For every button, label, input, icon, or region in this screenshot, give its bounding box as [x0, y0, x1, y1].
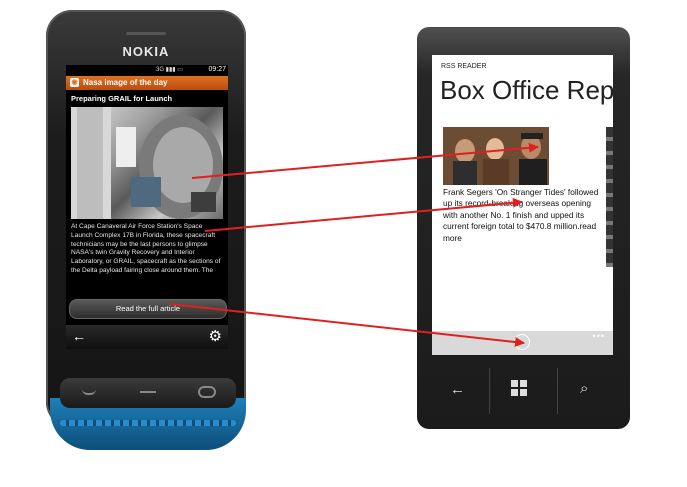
search-icon[interactable]: ⌕ [580, 380, 588, 397]
spacecraft-photo-graphic [71, 107, 223, 219]
rss-icon: ◉ [70, 78, 79, 87]
windows-phone-screen: RSS READER Box Office Rep Frank Segers '… [432, 55, 613, 355]
menu-key-icon[interactable] [140, 391, 156, 393]
article-body-text: At Cape Canaveral Air Force Station's Sp… [71, 223, 221, 274]
windows-phone-hardware-buttons: ← ⌕ [417, 368, 630, 418]
pirates-photo-graphic [443, 127, 549, 185]
status-time: 09:27 [208, 66, 226, 73]
nokia-speaker [126, 32, 166, 35]
nokia-screen: 3G ▮▮▮ ▭ 09:27 ◉ Nasa image of the day P… [66, 65, 228, 349]
article-photo [71, 107, 223, 219]
nokia-brand-logo: NOKIA [122, 44, 170, 59]
status-bar: 3G ▮▮▮ ▭ 09:27 [66, 65, 228, 76]
open-article-icon[interactable]: › [514, 334, 530, 350]
app-header: ◉ Nasa image of the day [66, 76, 228, 90]
article-title: Preparing GRAIL for Launch [71, 94, 173, 103]
more-options-icon[interactable]: ••• [593, 331, 605, 341]
panorama-title: Box Office Rep [440, 75, 613, 105]
end-key-icon[interactable] [198, 386, 216, 398]
read-full-article-button[interactable]: Read the full article [69, 299, 227, 319]
status-icons: 3G ▮▮▮ ▭ [156, 67, 183, 73]
nokia-base-stripe [60, 420, 236, 426]
nokia-toolbar: ← ⚙ [66, 325, 228, 349]
feed-title: Nasa image of the day [83, 78, 168, 87]
article-summary: Frank Segers 'On Stranger Tides' followe… [443, 187, 599, 243]
back-arrow-icon[interactable]: ← [72, 328, 86, 344]
call-key-icon[interactable] [82, 388, 96, 395]
windows-start-icon[interactable] [511, 380, 529, 398]
next-panel-peek [606, 127, 613, 267]
nokia-hardware-keys [60, 378, 236, 408]
app-label: RSS READER [441, 63, 487, 70]
gear-icon[interactable]: ⚙ [209, 327, 222, 345]
application-bar: › ••• [432, 331, 613, 355]
movie-photo [443, 127, 549, 185]
back-arrow-icon[interactable]: ← [450, 381, 465, 398]
divider [489, 368, 490, 414]
divider [557, 368, 558, 414]
